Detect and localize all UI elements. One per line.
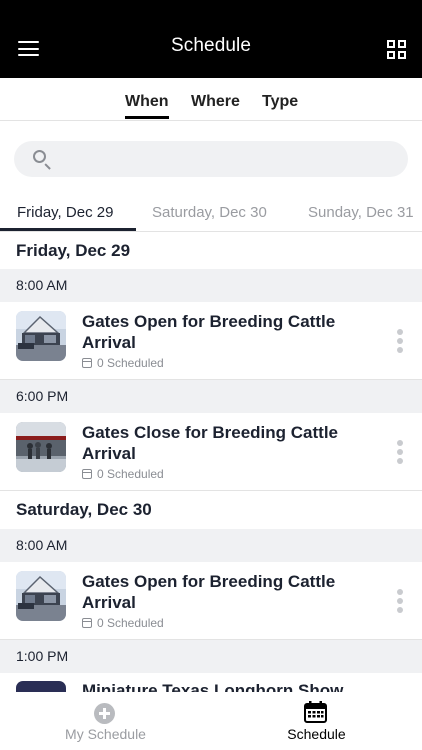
date-header: Saturday, Dec 30: [16, 500, 152, 519]
tab-saturday-dec-30[interactable]: Saturday, Dec 30: [152, 204, 267, 221]
event-thumbnail: [16, 422, 66, 472]
calendar-small-icon: [82, 618, 92, 628]
date-header: Friday, Dec 29: [16, 241, 131, 260]
tab-when[interactable]: When: [125, 93, 169, 119]
plus-circle-icon: [94, 703, 115, 724]
scheduled-count: 0 Scheduled: [82, 356, 164, 370]
search-bar: [14, 141, 408, 177]
active-day-indicator: [0, 228, 136, 231]
filter-tabs: When Where Type: [0, 78, 422, 121]
event-title: Gates Open for Breeding Cattle Arrival: [82, 312, 336, 352]
grid-view-icon[interactable]: [387, 40, 407, 60]
calendar-icon: [304, 701, 327, 723]
tab-friday-dec-29[interactable]: Friday, Dec 29: [17, 204, 113, 221]
more-options-icon[interactable]: [397, 329, 403, 353]
page-title: Schedule: [170, 35, 252, 56]
scheduled-count: 0 Scheduled: [82, 467, 164, 481]
time-header: 1:00 PM: [0, 640, 422, 673]
event-row[interactable]: Gates Open for Breeding Cattle Arrival 0…: [0, 302, 422, 380]
search-input[interactable]: [64, 141, 394, 177]
event-thumbnail: [16, 311, 66, 361]
event-thumbnail: [16, 571, 66, 621]
time-header: 6:00 PM: [0, 380, 422, 413]
event-row[interactable]: Gates Close for Breeding Cattle Arrival …: [0, 413, 422, 491]
nav-label: My Schedule: [65, 726, 146, 742]
event-title: Miniature Texas Longhorn Show: [82, 681, 344, 692]
search-icon: [33, 150, 46, 163]
nav-my-schedule[interactable]: My Schedule: [0, 692, 211, 750]
event-title: Gates Open for Breeding Cattle Arrival: [82, 572, 336, 612]
nav-schedule[interactable]: Schedule: [211, 692, 422, 750]
tab-sunday-dec-31[interactable]: Sunday, Dec 31: [308, 204, 414, 221]
bottom-nav: My Schedule Schedule: [0, 692, 422, 750]
calendar-small-icon: [82, 469, 92, 479]
more-options-icon[interactable]: [397, 440, 403, 464]
time-header: 8:00 AM: [0, 529, 422, 562]
event-row[interactable]: Gates Open for Breeding Cattle Arrival 0…: [0, 562, 422, 640]
event-thumbnail: [16, 681, 66, 692]
more-options-icon[interactable]: [397, 589, 403, 613]
app-header: Schedule: [0, 0, 422, 78]
scheduled-count: 0 Scheduled: [82, 616, 164, 630]
time-header: 8:00 AM: [0, 269, 422, 302]
event-row[interactable]: Miniature Texas Longhorn Show: [0, 672, 422, 692]
calendar-small-icon: [82, 358, 92, 368]
tab-type[interactable]: Type: [262, 93, 298, 111]
event-title: Gates Close for Breeding Cattle Arrival: [82, 423, 339, 463]
nav-label: Schedule: [287, 726, 346, 742]
tab-where[interactable]: Where: [191, 93, 240, 111]
day-tabs: Friday, Dec 29 Saturday, Dec 30 Sunday, …: [0, 192, 422, 232]
